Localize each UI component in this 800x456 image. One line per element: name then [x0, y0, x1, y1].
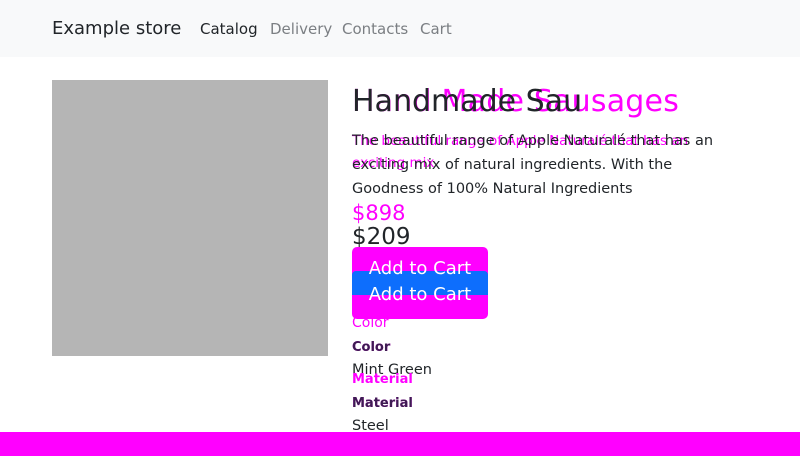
- spec-material-heading: Material: [352, 396, 413, 411]
- product-image: [52, 80, 328, 356]
- spec-color-label-overlay: Color: [352, 315, 389, 331]
- product-title: Handmade Sau: [352, 84, 583, 119]
- nav-link-delivery[interactable]: Delivery: [270, 20, 332, 38]
- nav-link-contacts[interactable]: Contacts: [342, 20, 408, 38]
- store-brand[interactable]: Example store: [52, 18, 181, 39]
- spec-color-heading: Color: [352, 340, 391, 355]
- product-description: The beautiful range of Apple Naturalé th…: [352, 133, 714, 197]
- nav-link-catalog[interactable]: Catalog: [200, 20, 258, 38]
- spec-material-label-overlay: Material: [352, 372, 413, 387]
- nav-link-cart[interactable]: Cart: [420, 20, 452, 38]
- footer-overlay-bar: [0, 432, 800, 456]
- add-to-cart-label-overlay[interactable]: Add to Cart: [352, 258, 488, 279]
- navbar: Example store Catalog Delivery Contacts …: [0, 0, 800, 57]
- add-to-cart-label[interactable]: Add to Cart: [352, 284, 488, 305]
- old-price: $898: [352, 201, 406, 225]
